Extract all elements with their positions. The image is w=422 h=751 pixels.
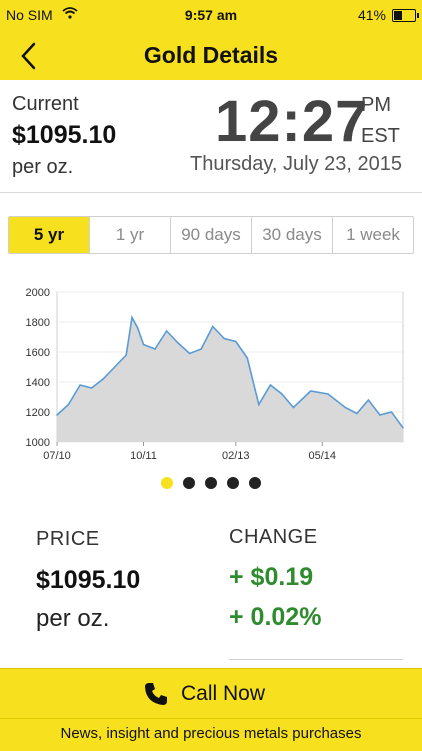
page-dot[interactable]: [227, 477, 239, 489]
data-point: [379, 414, 381, 416]
change-percent: + 0.02%: [229, 603, 322, 631]
data-point: [142, 343, 145, 346]
data-point: [269, 384, 272, 386]
phone-icon: [145, 683, 167, 705]
tab-1-week[interactable]: 1 week: [333, 217, 413, 253]
chevron-left-icon: [21, 42, 36, 70]
x-tick-label: 02/13: [222, 450, 250, 462]
page-dot[interactable]: [205, 477, 217, 489]
quote-timezone: EST: [361, 125, 400, 147]
quote-ampm: PM: [361, 94, 391, 116]
data-point: [327, 393, 329, 395]
page-dot[interactable]: [249, 477, 261, 489]
call-now-label: Call Now: [181, 682, 266, 705]
quote-time: 12:27: [215, 89, 369, 154]
data-point: [125, 354, 127, 356]
battery-icon: [392, 9, 419, 22]
change-label: CHANGE: [229, 526, 318, 548]
page-dot[interactable]: [183, 477, 195, 489]
data-point: [309, 390, 312, 392]
price-value: $1095.10: [36, 566, 141, 594]
data-point: [258, 403, 260, 406]
data-point: [344, 406, 347, 409]
call-now-button[interactable]: Call Now: [0, 668, 422, 719]
tab-90-days[interactable]: 90 days: [171, 217, 252, 253]
data-point: [402, 426, 404, 429]
battery-percent: 41%: [357, 7, 386, 23]
page-indicator: [0, 477, 422, 489]
data-point: [223, 337, 226, 340]
price-chart: 1000 1200 1400 1600 1800 2000 07/10 10/11 02/13 0…: [7, 281, 415, 465]
data-point: [281, 393, 283, 395]
quote-date: Thursday, July 23, 2015: [190, 153, 402, 175]
change-amount: + $0.19: [229, 563, 314, 591]
page-title: Gold Details: [143, 42, 279, 68]
data-point: [136, 327, 139, 329]
y-tick-label: 1200: [26, 407, 50, 419]
data-point: [131, 316, 133, 319]
data-point: [211, 325, 214, 328]
nav-bar: Gold Details: [0, 30, 422, 80]
data-point: [56, 414, 58, 416]
y-tick-label: 1000: [26, 437, 50, 449]
data-point: [390, 411, 393, 413]
data-point: [367, 399, 370, 401]
data-point: [113, 366, 116, 368]
x-tick-label: 05/14: [309, 450, 337, 462]
data-point: [67, 403, 70, 406]
data-point: [79, 384, 81, 386]
data-point: [246, 357, 249, 359]
data-point: [154, 348, 156, 350]
data-point: [292, 406, 295, 409]
data-point: [177, 342, 179, 344]
tab-5-yr[interactable]: 5 yr: [9, 217, 90, 253]
current-unit: per oz.: [12, 156, 74, 178]
x-tick-label: 07/10: [43, 450, 71, 462]
footer-link[interactable]: News, insight and precious metals purcha…: [0, 718, 422, 751]
divider: [229, 659, 403, 660]
data-point: [165, 330, 168, 332]
data-point: [234, 340, 237, 343]
data-point: [102, 378, 104, 380]
back-button[interactable]: [10, 30, 54, 80]
y-tick-label: 1600: [26, 347, 50, 359]
tab-30-days[interactable]: 30 days: [252, 217, 333, 253]
page-dot[interactable]: [161, 477, 173, 489]
current-price: $1095.10: [12, 121, 117, 149]
data-point: [90, 387, 93, 389]
data-point: [200, 348, 202, 350]
price-label: PRICE: [36, 528, 100, 550]
y-tick-label: 1400: [26, 377, 50, 389]
data-point: [188, 352, 191, 355]
data-point: [356, 412, 358, 415]
x-tick-label: 10/11: [130, 450, 157, 462]
price-chart-svg: 1000 1200 1400 1600 1800 2000 07/10 10/11 02/13 0…: [26, 287, 404, 462]
price-unit: per oz.: [36, 605, 110, 632]
y-tick-label: 1800: [26, 317, 50, 329]
status-bar: No SIM 9:57 am 41%: [0, 0, 422, 30]
range-tabs: 5 yr 1 yr 90 days 30 days 1 week: [8, 216, 414, 254]
current-label: Current: [12, 93, 79, 115]
tab-1-yr[interactable]: 1 yr: [90, 217, 171, 253]
quote-panel: Current $1095.10 per oz. 12:27 PM EST Th…: [0, 80, 422, 193]
y-tick-label: 2000: [26, 287, 50, 299]
